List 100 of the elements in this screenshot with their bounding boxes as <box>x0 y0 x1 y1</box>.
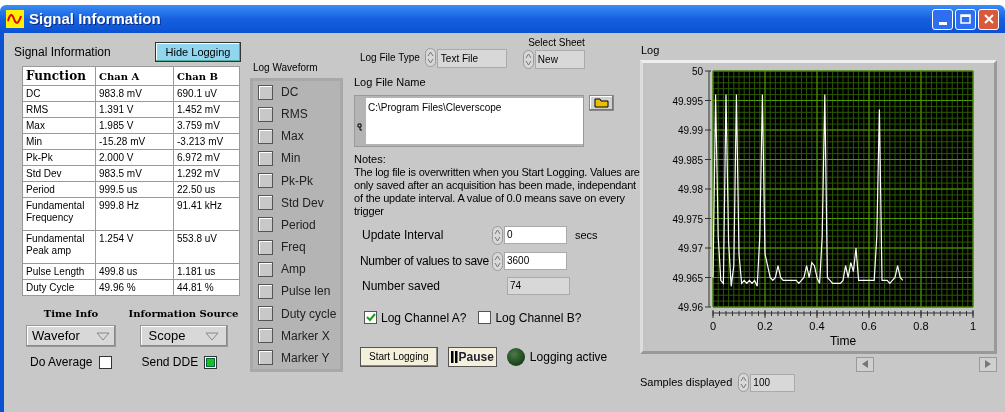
check-mark <box>206 357 216 367</box>
values-to-save-field[interactable]: 3600 <box>504 252 567 270</box>
table-cell: 3.759 mV <box>173 117 240 134</box>
spinner-control[interactable] <box>492 251 503 271</box>
checkbox-label: Marker Y <box>281 349 330 367</box>
folder-icon <box>594 97 609 108</box>
table-cell: -3.213 mV <box>173 133 240 150</box>
log-waveform-checkbox[interactable] <box>258 328 273 344</box>
field-label: Log File Type <box>360 51 420 65</box>
do-average-checkbox[interactable] <box>98 355 112 369</box>
field-label: Log File Name <box>354 75 427 90</box>
checkbox-label: RMS <box>281 106 308 124</box>
spinner-control[interactable] <box>492 225 503 245</box>
minimize-button[interactable] <box>932 8 953 30</box>
log-file-type-field[interactable]: Text File <box>436 49 507 68</box>
dropdown-arrow-icon <box>96 331 110 341</box>
start-logging-button[interactable]: Start Logging <box>360 346 438 367</box>
column-header: Chan B <box>173 66 240 86</box>
log-waveform-checkbox[interactable] <box>258 306 273 322</box>
field-label: Samples displayed <box>640 375 733 391</box>
table-cell: Min <box>22 133 96 150</box>
table-cell: 999.5 us <box>95 181 174 198</box>
tick-label: 49.97 <box>677 242 703 254</box>
checkbox-label: Max <box>281 128 304 146</box>
log-waveform-checkbox[interactable] <box>258 217 273 233</box>
table-cell: Period <box>22 181 96 198</box>
information-source-dropdown[interactable]: Scope <box>139 325 228 347</box>
time-info-dropdown[interactable]: Wavefor <box>26 325 116 347</box>
log-waveform-checkbox[interactable] <box>258 283 273 299</box>
table-cell: 1.254 V <box>95 230 174 264</box>
table-cell: 690.1 uV <box>173 85 240 102</box>
log-file-name-field[interactable]: C:\Program Files\Cleverscope <box>354 94 584 147</box>
table-cell: Pulse Length <box>22 263 96 280</box>
send-dde-checkbox[interactable] <box>204 355 218 369</box>
spinner-control[interactable] <box>738 373 750 392</box>
table-cell: 44.81 % <box>173 279 240 296</box>
tick-label: 49.99 <box>677 124 703 136</box>
table-cell: Std Dev <box>22 165 96 182</box>
tick-label: 49.985 <box>672 154 703 165</box>
pause-button[interactable]: Pause <box>447 346 497 367</box>
log-waveform-checkbox[interactable] <box>258 106 273 122</box>
browse-button[interactable] <box>589 94 614 111</box>
log-waveform-checkbox[interactable] <box>258 239 273 255</box>
tick-label: 1 <box>969 319 977 332</box>
checkbox-label: Do Average <box>30 354 93 371</box>
checkbox-label: Period <box>281 216 316 234</box>
select-sheet-field[interactable]: New <box>534 50 585 69</box>
right-arrow-icon <box>985 360 991 368</box>
log-waveform-checkbox[interactable] <box>258 173 273 189</box>
log-waveform-checkbox[interactable] <box>258 150 273 166</box>
hide-logging-button[interactable]: Hide Logging <box>155 42 241 62</box>
tick-label: 0.2 <box>757 319 773 332</box>
log-waveform-checkbox[interactable] <box>258 195 273 211</box>
indicator-label: Logging active <box>529 348 608 366</box>
column-header: Chan A <box>95 66 174 86</box>
spinner-control[interactable] <box>424 48 436 67</box>
column-header: Function <box>22 66 96 86</box>
update-interval-field[interactable]: 0 <box>504 226 567 244</box>
checkbox-label: DC <box>281 84 299 101</box>
table-cell: 1.985 V <box>95 117 174 134</box>
checkbox-label: Pulse len <box>281 283 331 301</box>
log-waveform-checkbox[interactable] <box>258 261 273 277</box>
table-cell: RMS <box>22 101 96 118</box>
table-cell: Pk-Pk <box>22 149 96 166</box>
spinner-control[interactable] <box>522 50 534 69</box>
maximize-button[interactable] <box>955 8 976 30</box>
log-waveform-checkbox[interactable] <box>258 84 273 100</box>
sine-wave-icon <box>6 10 24 28</box>
field-label: Number saved <box>361 277 442 295</box>
log-waveform-checkbox[interactable] <box>258 128 273 144</box>
log-waveform-checkbox[interactable] <box>258 350 273 366</box>
tick-label: 0.6 <box>861 319 877 332</box>
path-icon <box>357 122 363 132</box>
group-label: Log Waveform <box>252 61 319 75</box>
tick-label: 0.4 <box>809 319 825 332</box>
tick-label: 49.96 <box>677 301 703 313</box>
minimize-icon <box>938 21 947 25</box>
log-channel-a-checkbox[interactable] <box>364 311 377 324</box>
scroll-left-button[interactable] <box>856 356 874 372</box>
checkbox-label: Amp <box>281 261 306 279</box>
table-cell: 1.391 V <box>95 101 174 118</box>
number-saved-field: 74 <box>507 276 570 295</box>
checkbox-label: Log Channel A? <box>381 309 467 327</box>
samples-displayed-field[interactable]: 100 <box>750 373 796 392</box>
table-cell: Max <box>22 117 96 134</box>
dropdown-arrow-icon <box>204 331 219 341</box>
table-cell: 2.000 V <box>95 149 174 166</box>
field-label: Update Interval <box>361 227 445 244</box>
table-cell: 1.452 mV <box>173 101 240 118</box>
tick-label: 49.995 <box>672 95 703 106</box>
close-button[interactable] <box>978 8 999 30</box>
log-channel-b-checkbox[interactable] <box>478 311 492 324</box>
notes-title: Notes: <box>354 152 387 166</box>
notes-text: The log file is overwritten when you Start Logging. Values are only saved after an acquisition has been made, independant of the update interval. A value of 0.0 means save on every trigger <box>354 165 641 218</box>
chart-title: Log <box>641 43 661 58</box>
field-label: Number of values to save <box>359 253 490 270</box>
tick-label: 49.98 <box>677 183 703 195</box>
table-cell: 1.181 us <box>173 263 240 280</box>
checkbox-label: Min <box>281 150 301 168</box>
scroll-right-button[interactable] <box>979 356 997 372</box>
